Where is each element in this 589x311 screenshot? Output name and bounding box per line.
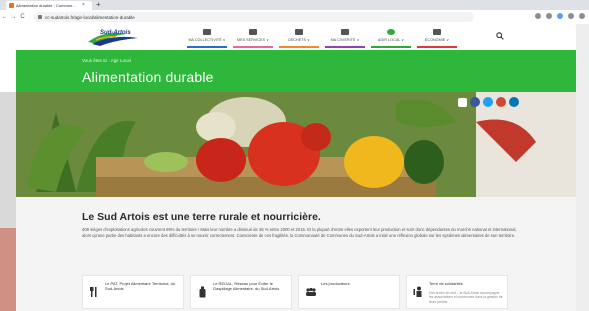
- right-background: [576, 24, 589, 311]
- nav-item-economie[interactable]: ÉCONOMIE ∨: [414, 24, 460, 49]
- card-description: Des terres en vert – le Sud-Artois accom…: [429, 291, 503, 304]
- search-icon[interactable]: [496, 32, 504, 40]
- email-icon[interactable]: [496, 97, 506, 107]
- nav-label: AGIR LOCAL ∨: [377, 38, 405, 42]
- people-icon: [306, 287, 316, 296]
- hero-image-vegetables: [16, 92, 576, 197]
- address-bar[interactable]: cc-sudartois.fr/agir-local/alimentation-…: [34, 12, 474, 22]
- card-title: Le PAT, Projet Alimentaire Territorial, …: [105, 281, 176, 292]
- nav-label: DÉCHETS ∨: [288, 38, 310, 42]
- topic-cards: Le PAT, Projet Alimentaire Territorial, …: [82, 275, 508, 309]
- tab-close-button[interactable]: ×: [82, 3, 85, 8]
- page-title-band: Vous êtes ici : Agir Local Alimentation …: [16, 50, 576, 92]
- linkedin-icon[interactable]: [509, 97, 519, 107]
- hands-icon: [341, 29, 349, 35]
- card-producteurs[interactable]: Les producteurs: [298, 275, 400, 309]
- left-background-accent: [0, 228, 16, 311]
- url-text: cc-sudartois.fr/agir-local/alimentation-…: [45, 14, 135, 20]
- nav-underline: [279, 46, 319, 48]
- gardener-icon: [413, 286, 422, 297]
- nav-item-agir-local[interactable]: AGIR LOCAL ∨: [368, 24, 414, 49]
- twitter-icon[interactable]: [483, 97, 493, 107]
- nav-underline: [325, 46, 365, 48]
- back-button[interactable]: ←: [0, 14, 9, 20]
- section-heading: Le Sud Artois est une terre rurale et no…: [82, 211, 321, 223]
- share-icon[interactable]: [458, 97, 467, 107]
- browser-toolbar: ← → C cc-sudartois.fr/agir-local/aliment…: [0, 10, 589, 24]
- facebook-icon[interactable]: [470, 97, 480, 107]
- card-pat[interactable]: Le PAT, Projet Alimentaire Territorial, …: [82, 275, 184, 309]
- tab-strip: Alimentation durable - Commun... × +: [0, 0, 589, 10]
- breadcrumb[interactable]: Vous êtes ici : Agir Local: [82, 58, 131, 63]
- logo-text: Sud-Artois: [100, 30, 131, 36]
- browser-chrome: Alimentation durable - Commun... × + ← →…: [0, 0, 589, 24]
- share-page-icon[interactable]: [535, 13, 541, 19]
- profile-icon[interactable]: [568, 13, 574, 19]
- building-icon: [203, 29, 211, 35]
- card-terre-de-solidarites[interactable]: Terre de solidarités Des terres en vert …: [406, 275, 508, 309]
- main-navigation: MA COLLECTIVITÉ ∨ MES SERVICES ∨ DÉCHETS…: [184, 24, 460, 49]
- extension-icon[interactable]: [557, 13, 563, 19]
- utensils-icon: [90, 287, 97, 297]
- card-regal[interactable]: Le REGAL, Réseau pour Éviter le Gaspilla…: [190, 275, 292, 309]
- menu-icon[interactable]: [579, 13, 585, 19]
- nav-underline: [371, 46, 411, 48]
- card-title: Les producteurs: [321, 281, 350, 286]
- leaf-icon: [387, 29, 395, 35]
- tab-title: Alimentation durable - Commun...: [16, 3, 76, 8]
- intro-paragraph: 408 sièges d'exploitations agricoles cou…: [82, 227, 517, 238]
- bookmark-star-icon[interactable]: [546, 13, 552, 19]
- social-share-bar: [458, 97, 519, 107]
- card-title: Le REGAL, Réseau pour Éviter le Gaspilla…: [213, 281, 280, 292]
- nav-label: MA COLLECTIVITÉ ∨: [188, 38, 226, 42]
- browser-tab[interactable]: Alimentation durable - Commun... ×: [6, 1, 92, 10]
- main-content: Le Sud Artois est une terre rurale et no…: [16, 197, 576, 311]
- nav-label: MA CIVIERITÉ ∨: [330, 38, 360, 42]
- chart-icon: [433, 29, 441, 35]
- nav-item-ma-collectivite[interactable]: MA COLLECTIVITÉ ∨: [184, 24, 230, 49]
- nav-item-dechets[interactable]: DÉCHETS ∨: [276, 24, 322, 49]
- forward-button[interactable]: →: [9, 14, 18, 20]
- trash-icon: [295, 29, 303, 35]
- nav-underline: [417, 46, 457, 48]
- site-logo[interactable]: Sud-Artois: [86, 28, 146, 46]
- card-title: Terre de solidarités: [429, 281, 463, 286]
- favicon-icon: [9, 3, 14, 8]
- page-title: Alimentation durable: [82, 69, 214, 85]
- nav-underline: [233, 46, 273, 48]
- bottle-icon: [199, 286, 206, 298]
- reload-button[interactable]: C: [18, 14, 27, 20]
- nav-label: ÉCONOMIE ∨: [424, 38, 450, 42]
- nav-item-ma-civierite[interactable]: MA CIVIERITÉ ∨: [322, 24, 368, 49]
- nav-item-mes-services[interactable]: MES SERVICES ∨: [230, 24, 276, 49]
- nav-underline: [187, 46, 227, 48]
- bus-icon: [249, 29, 257, 35]
- lock-icon: [38, 15, 42, 19]
- new-tab-button[interactable]: +: [96, 0, 101, 10]
- nav-label: MES SERVICES ∨: [237, 38, 269, 42]
- site-header: Sud-Artois MA COLLECTIVITÉ ∨ MES SERVICE…: [16, 24, 576, 49]
- vegetables-illustration: [16, 92, 576, 197]
